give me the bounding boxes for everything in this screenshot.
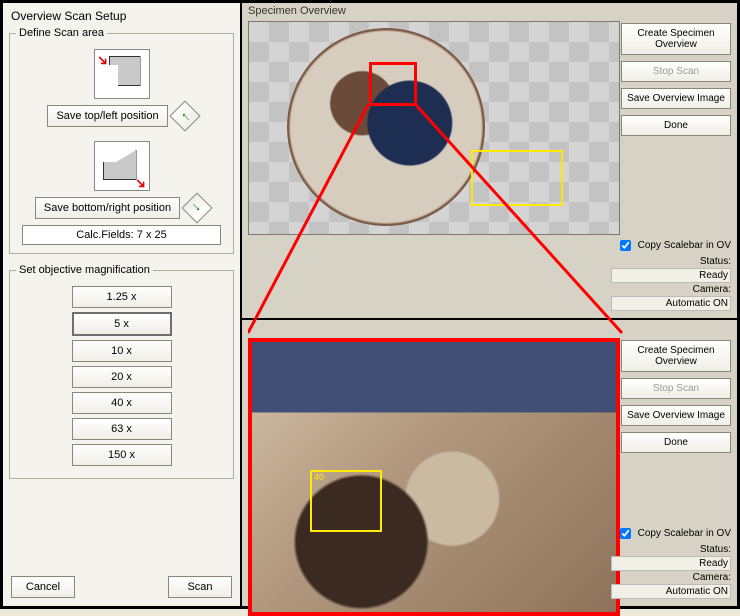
save-topleft-button[interactable]: Save top/left position	[47, 105, 167, 127]
overview-controls-top: Create Specimen Overview Stop Scan Save …	[621, 23, 731, 136]
status-block-top: Copy Scalebar in OV Status: Ready Camera…	[611, 237, 731, 312]
done-button-2[interactable]: Done	[621, 432, 731, 453]
status-label-2: Status:	[611, 544, 731, 555]
copy-scalebar-label: Copy Scalebar in OV	[638, 240, 731, 251]
pane-title-top: Specimen Overview	[248, 5, 346, 17]
specimen-overview-pane-top: Specimen Overview Create Specimen Overvi…	[240, 3, 737, 320]
done-button[interactable]: Done	[621, 115, 731, 136]
magnification-20x[interactable]: 20 x	[72, 366, 172, 388]
save-overview-image-button-2[interactable]: Save Overview Image	[621, 405, 731, 426]
camera-value-2: Automatic ON	[611, 584, 731, 599]
zoom-image[interactable]: 40	[248, 338, 620, 616]
camera-label-2: Camera:	[611, 572, 731, 583]
status-value-2: Ready	[611, 556, 731, 571]
magnification-10x[interactable]: 10 x	[72, 340, 172, 362]
create-overview-button[interactable]: Create Specimen Overview	[621, 23, 731, 55]
topleft-icon: ➔	[94, 49, 150, 99]
save-overview-image-button[interactable]: Save Overview Image	[621, 88, 731, 109]
copy-scalebar-checkbox[interactable]	[620, 240, 631, 251]
save-bottomright-button[interactable]: Save bottom/right position	[35, 197, 180, 219]
magnification-5x[interactable]: 5 x	[72, 312, 172, 336]
calc-fields-readout: Calc.Fields: 7 x 25	[22, 225, 221, 245]
copy-scalebar-checkbox-2[interactable]	[620, 528, 631, 539]
create-overview-button-2[interactable]: Create Specimen Overview	[621, 340, 731, 372]
panel-title: Overview Scan Setup	[9, 7, 234, 27]
define-scan-legend: Define Scan area	[16, 27, 107, 39]
zoom-selection-box[interactable]: 40	[310, 470, 382, 532]
status-value: Ready	[611, 268, 731, 283]
scan-button[interactable]: Scan	[168, 576, 232, 598]
copy-scalebar-label-2: Copy Scalebar in OV	[638, 528, 731, 539]
overview-controls-bottom: Create Specimen Overview Stop Scan Save …	[621, 340, 731, 453]
status-label: Status:	[611, 256, 731, 267]
magnification-group: Set objective magnification 1.25 x 5 x 10 …	[9, 264, 234, 479]
specimen-icon	[287, 28, 485, 226]
stop-scan-button-2: Stop Scan	[621, 378, 731, 399]
magnification-legend: Set objective magnification	[16, 264, 153, 276]
camera-label: Camera:	[611, 284, 731, 295]
bottomright-icon: ➔	[94, 141, 150, 191]
stop-scan-button: Stop Scan	[621, 61, 731, 82]
magnification-40x[interactable]: 40 x	[72, 392, 172, 414]
magnification-63x[interactable]: 63 x	[72, 418, 172, 440]
nudge-bottomright-button[interactable]: ↑	[182, 192, 213, 223]
status-block-bottom: Copy Scalebar in OV Status: Ready Camera…	[611, 525, 731, 600]
cancel-button[interactable]: Cancel	[11, 576, 75, 598]
zoom-source-box	[369, 62, 417, 106]
magnification-150x[interactable]: 150 x	[72, 444, 172, 466]
zoom-mag-label: 40	[314, 472, 324, 482]
specimen-overview-pane-bottom: 40 Create Specimen Overview Stop Scan Sa…	[240, 320, 737, 606]
camera-value: Automatic ON	[611, 296, 731, 311]
define-scan-area-group: Define Scan area ➔ Save top/left positio…	[9, 27, 234, 254]
overview-image[interactable]	[248, 21, 620, 235]
selection-box-outer[interactable]	[471, 150, 563, 206]
nudge-topleft-button[interactable]: ↑	[169, 100, 200, 131]
magnification-1.25x[interactable]: 1.25 x	[72, 286, 172, 308]
